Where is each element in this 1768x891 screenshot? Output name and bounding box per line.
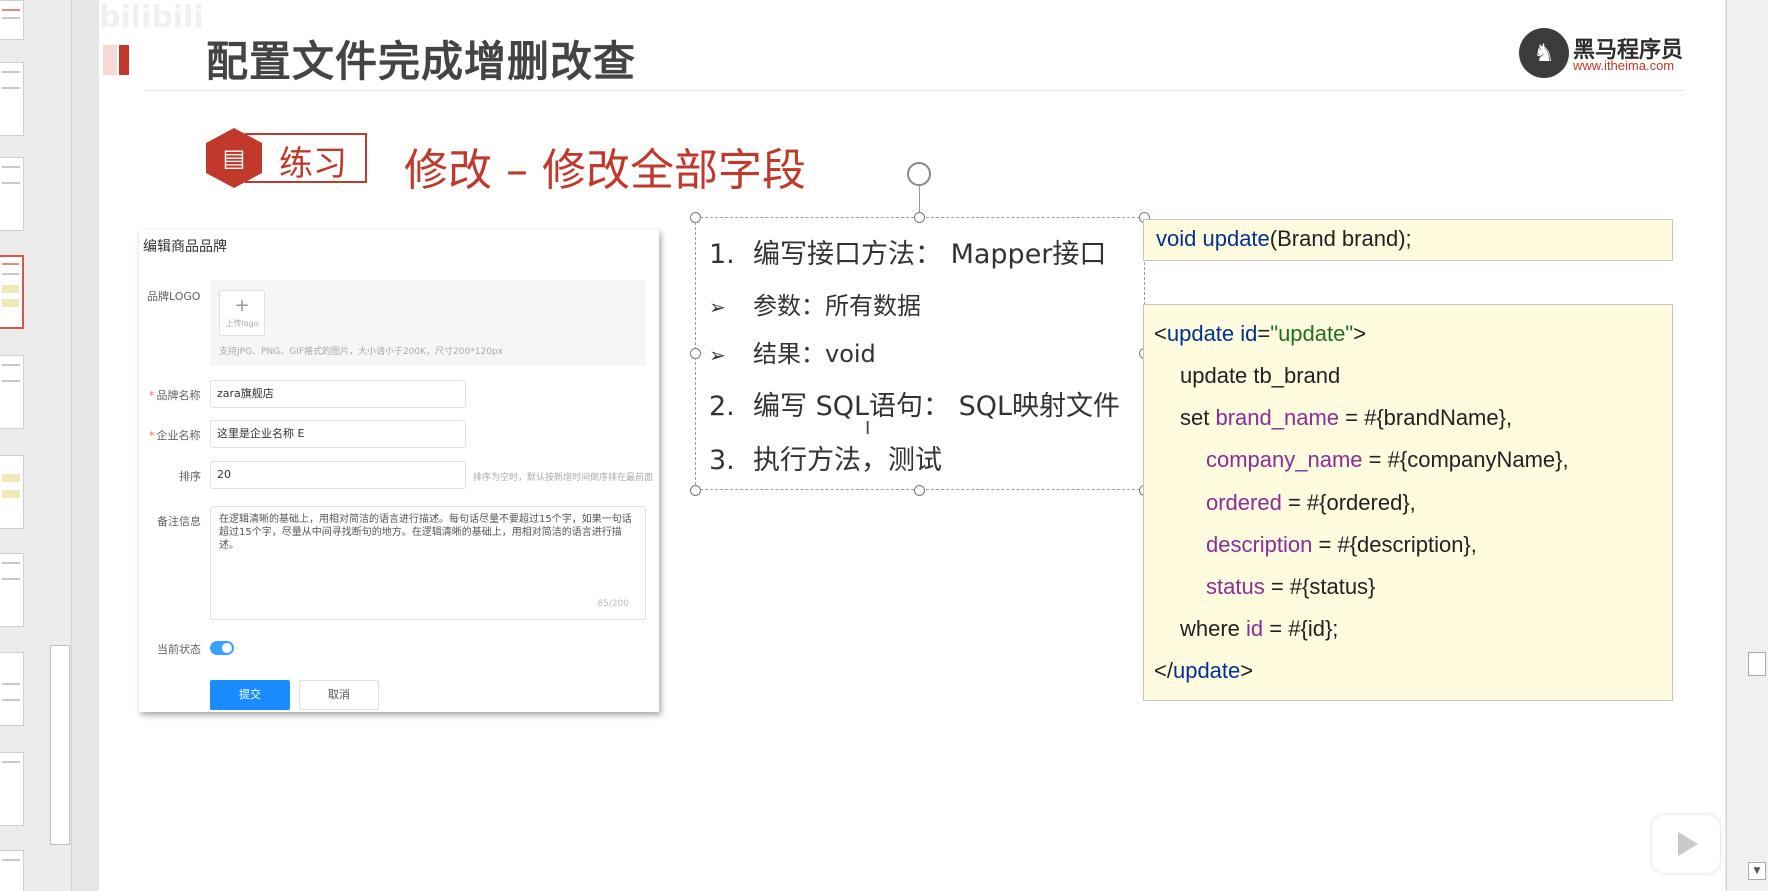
slide-thumbnail[interactable] (0, 652, 24, 726)
horse-icon: ♞ (1519, 28, 1569, 78)
code-line-description: description = #{description}, (1206, 532, 1477, 557)
description-textarea[interactable]: 在逻辑清晰的基础上，用相对简洁的语言进行描述。每句话尽量不要超过15个字，如果一… (210, 506, 646, 620)
xml-mapping-code: <update id="update"> update tb_brand set… (1143, 304, 1673, 701)
arrow-bullet-icon: ➢ (709, 343, 726, 367)
order-label: 排序 (179, 470, 201, 483)
upload-hint: 支持JPG、PNG、GIF格式的图片，大小请小于200K，尺寸200*120px (219, 347, 503, 357)
step-3: 3. 执行方法，测试 (709, 445, 942, 476)
section-title: 修改 – 修改全部字段 (404, 145, 806, 196)
vertical-scrollbar[interactable] (1726, 0, 1768, 891)
slide-thumbnail-current[interactable] (0, 255, 24, 329)
code-line-where: where id = #{id}; (1180, 616, 1339, 641)
cancel-button[interactable]: 取消 (299, 680, 379, 710)
logo-url: www.itheima.com (1573, 58, 1675, 73)
page-title: 配置文件完成增删改查 (206, 37, 637, 86)
thumbnail-scrollbar[interactable] (50, 645, 70, 845)
upload-logo-button[interactable]: + 上传logo (219, 290, 265, 336)
arrow-bullet-icon: ➢ (709, 295, 726, 319)
company-name-input[interactable]: 这里是企业名称 E (210, 420, 466, 448)
resize-handle[interactable] (690, 485, 701, 496)
scrollbar-thumb[interactable] (1748, 652, 1766, 676)
description-label: 备注信息 (157, 515, 201, 528)
slide-thumbnail[interactable] (0, 553, 24, 627)
bullet-params: ➢ 参数：所有数据 (709, 292, 921, 320)
slide-thumbnail[interactable] (0, 0, 24, 40)
order-input[interactable]: 20 (210, 461, 466, 489)
order-hint: 排序为空时，默认按新增时间倒序排在最前面 (473, 473, 654, 483)
submit-button[interactable]: 提交 (210, 680, 290, 710)
description-text: 在逻辑清晰的基础上，用相对简洁的语言进行描述。每句话尽量不要超过15个字，如果一… (219, 514, 632, 551)
edit-brand-form: 编辑商品品牌 品牌LOGO + 上传logo 支持JPG、PNG、GIF格式的图… (139, 230, 659, 712)
company-name-label: * 企业名称 (149, 429, 201, 442)
slide-canvas[interactable]: bilibili 配置文件完成增删改查 ♞ 黑马程序员 www.itheima.… (99, 0, 1725, 891)
code-line-open: <update id="update"> (1154, 321, 1367, 346)
code-line-update: update tb_brand (1180, 363, 1341, 388)
status-label: 当前状态 (157, 643, 201, 656)
resize-handle[interactable] (914, 212, 925, 223)
method-signature-code: void update(Brand brand); (1143, 219, 1673, 261)
brand-name-input[interactable]: zara旗舰店 (210, 380, 466, 408)
play-icon[interactable] (1652, 815, 1720, 873)
slide-thumbnail[interactable] (0, 455, 24, 529)
title-divider (144, 90, 1684, 91)
rotate-handle-icon[interactable] (907, 162, 931, 186)
text-cursor-icon: I (865, 418, 871, 439)
code-line-status: status = #{status} (1206, 574, 1376, 599)
upload-label: 上传logo (225, 319, 259, 328)
char-count: 85/200 (597, 599, 629, 609)
brand-logo: ♞ 黑马程序员 www.itheima.com (1519, 28, 1689, 80)
resize-handle[interactable] (690, 212, 701, 223)
resize-handle[interactable] (690, 348, 701, 359)
scroll-down-arrow-icon[interactable]: ▼ (1748, 862, 1766, 880)
resize-handle[interactable] (914, 485, 925, 496)
code-line-company: company_name = #{companyName}, (1206, 447, 1569, 472)
slide-thumbnail[interactable] (0, 157, 24, 231)
form-title: 编辑商品品牌 (143, 239, 227, 255)
bullet-result: ➢ 结果：void (709, 340, 876, 368)
watermark: bilibili (99, 0, 204, 35)
slide-thumbnail[interactable] (0, 355, 24, 429)
practice-label: 练习 (279, 144, 347, 184)
code-line-set: set brand_name = #{brandName}, (1180, 405, 1513, 430)
slide-thumbnail-panel[interactable] (0, 0, 72, 891)
step-2: 2. 编写 SQL语句： SQL映射文件 (709, 391, 1121, 422)
step-1: 1. 编写接口方法： Mapper接口 (709, 239, 1107, 270)
title-accent-light (103, 45, 117, 75)
status-toggle[interactable] (210, 641, 234, 655)
slide-thumbnail[interactable] (0, 752, 24, 826)
title-accent (119, 45, 129, 75)
plus-icon: + (234, 295, 250, 316)
code-line-ordered: ordered = #{ordered}, (1206, 490, 1416, 515)
brand-name-label: * 品牌名称 (149, 389, 201, 402)
slide-thumbnail[interactable] (0, 850, 24, 891)
slide-thumbnail[interactable] (0, 62, 24, 136)
code-line-close: </update> (1154, 658, 1254, 683)
logo-label: 品牌LOGO (147, 290, 201, 303)
